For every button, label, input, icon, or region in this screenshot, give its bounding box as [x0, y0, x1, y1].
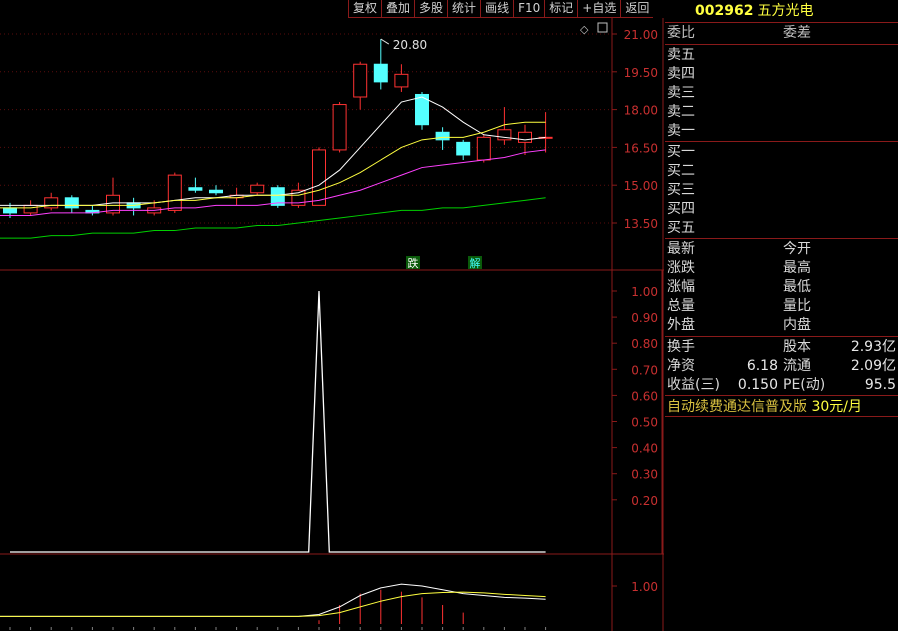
candle-body — [373, 63, 388, 83]
y-tick-label: 15.00 — [624, 179, 658, 193]
quote-field-label: 涨跌 — [667, 260, 695, 276]
candle-body — [518, 131, 532, 143]
weibi-label: 委比 — [667, 25, 695, 41]
y-tick-label: 1.00 — [631, 580, 658, 594]
stock-title: 002962 五方光电 — [665, 0, 898, 22]
float-value: 2.09亿 — [850, 358, 896, 374]
diamond-icon: ◇ — [580, 23, 589, 36]
quote-field-label: 最新 — [667, 241, 695, 257]
turnover-label: 换手 — [667, 339, 695, 355]
overlay-button[interactable]: 叠加 — [381, 0, 415, 18]
candle-body — [435, 131, 450, 141]
stock-name: 五方光电 — [757, 3, 814, 19]
y-tick-label: 0.90 — [631, 311, 658, 325]
eps-value: 0.150 — [737, 377, 778, 393]
buy-level-label: 买二 — [667, 163, 695, 179]
netasset-value: 6.18 — [746, 358, 778, 374]
candle-body — [476, 136, 491, 161]
equity-label: 股本 — [783, 339, 811, 355]
y-tick-label: 19.50 — [624, 66, 658, 80]
mark-button[interactable]: 标记 — [544, 0, 578, 18]
sell-level-label: 卖一 — [667, 123, 695, 139]
candle-body — [23, 204, 38, 214]
indicator-yellow-line — [0, 591, 546, 617]
draw-line-button[interactable]: 画线 — [480, 0, 514, 18]
buy-level-label: 买一 — [667, 144, 695, 160]
equity-value: 2.93亿 — [850, 339, 896, 355]
ad-price: 30元/月 — [811, 399, 862, 415]
quote-field-label: 涨幅 — [667, 279, 695, 295]
candle-body — [3, 207, 17, 214]
quote-panel: 002962 五方光电 委比 委差 卖五卖四卖三卖二卖一 买一买二买三买四买五 最… — [665, 0, 898, 631]
signal-label: 解 — [470, 256, 481, 270]
add-watchlist-button[interactable]: +自选 — [577, 0, 621, 18]
y-tick-label: 1.00 — [631, 285, 658, 299]
buy-level-label: 买四 — [667, 201, 695, 217]
quote-field-label: 内盘 — [783, 317, 811, 333]
window-icon — [597, 22, 608, 33]
candle-body — [64, 197, 79, 209]
ma-yellow-line — [0, 121, 546, 209]
y-tick-label: 0.60 — [631, 389, 658, 403]
high-label: 20.80 — [393, 38, 427, 52]
chart-toolbar: 复权 叠加 多股 统计 画线 F10 标记 +自选 返回 — [348, 0, 654, 18]
float-label: 流通 — [783, 358, 811, 374]
sell-level-label: 卖五 — [667, 47, 695, 63]
y-tick-label: 16.50 — [624, 141, 658, 155]
y-tick-label: 0.80 — [631, 337, 658, 351]
quote-field-label: 总量 — [667, 298, 695, 314]
candle-body — [394, 73, 409, 88]
pe-value: 95.5 — [864, 377, 896, 393]
candle-body — [209, 189, 223, 194]
y-tick-label: 0.70 — [631, 363, 658, 377]
y-tick-label: 0.30 — [631, 468, 658, 482]
quote-field-label: 量比 — [783, 298, 811, 314]
multi-stock-button[interactable]: 多股 — [414, 0, 448, 18]
sell-level-label: 卖三 — [667, 85, 695, 101]
ad-text: 自动续费通达信普及版 — [667, 399, 807, 415]
buy-level-label: 买五 — [667, 220, 695, 236]
quote-field-label: 外盘 — [667, 317, 695, 333]
candle-body — [188, 187, 203, 191]
candle-body — [332, 104, 347, 151]
indicator-white-line — [0, 583, 546, 617]
candle-body — [250, 184, 265, 194]
sell-level-label: 卖二 — [667, 104, 695, 120]
high-marker — [380, 38, 390, 45]
kline-chart[interactable]: 21.00 19.50 18.00 16.50 15.00 13.50 20.80 跌 解 ◇ 1.… — [0, 18, 664, 631]
statistics-button[interactable]: 统计 — [447, 0, 481, 18]
y-tick-label: 18.00 — [624, 104, 658, 118]
candle-body — [353, 63, 368, 98]
back-button[interactable]: 返回 — [620, 0, 654, 18]
weicha-label: 委差 — [783, 25, 811, 41]
f10-button[interactable]: F10 — [513, 0, 545, 18]
eps-label: 收益(三) — [667, 377, 720, 393]
netasset-label: 净资 — [667, 358, 695, 374]
quote-field-label: 今开 — [783, 241, 811, 257]
subscription-ad[interactable]: 自动续费通达信普及版 30元/月 — [667, 396, 862, 416]
y-tick-label: 21.00 — [624, 28, 658, 42]
y-tick-label: 0.40 — [631, 442, 658, 456]
pe-label: PE(动) — [783, 377, 826, 393]
candle-body — [167, 174, 182, 211]
quote-field-label: 最低 — [783, 279, 811, 295]
y-tick-label: 0.50 — [631, 416, 658, 430]
y-tick-label: 13.50 — [624, 217, 658, 231]
quote-field-label: 最高 — [783, 260, 811, 276]
signal-label: 跌 — [408, 256, 419, 270]
candle-body — [456, 141, 471, 156]
restore-rights-button[interactable]: 复权 — [348, 0, 382, 18]
candle-body — [312, 149, 326, 206]
buy-level-label: 买三 — [667, 182, 695, 198]
sell-level-label: 卖四 — [667, 66, 695, 82]
y-tick-label: 0.20 — [631, 494, 658, 508]
signal-line — [10, 290, 546, 553]
stock-code: 002962 — [695, 3, 754, 19]
